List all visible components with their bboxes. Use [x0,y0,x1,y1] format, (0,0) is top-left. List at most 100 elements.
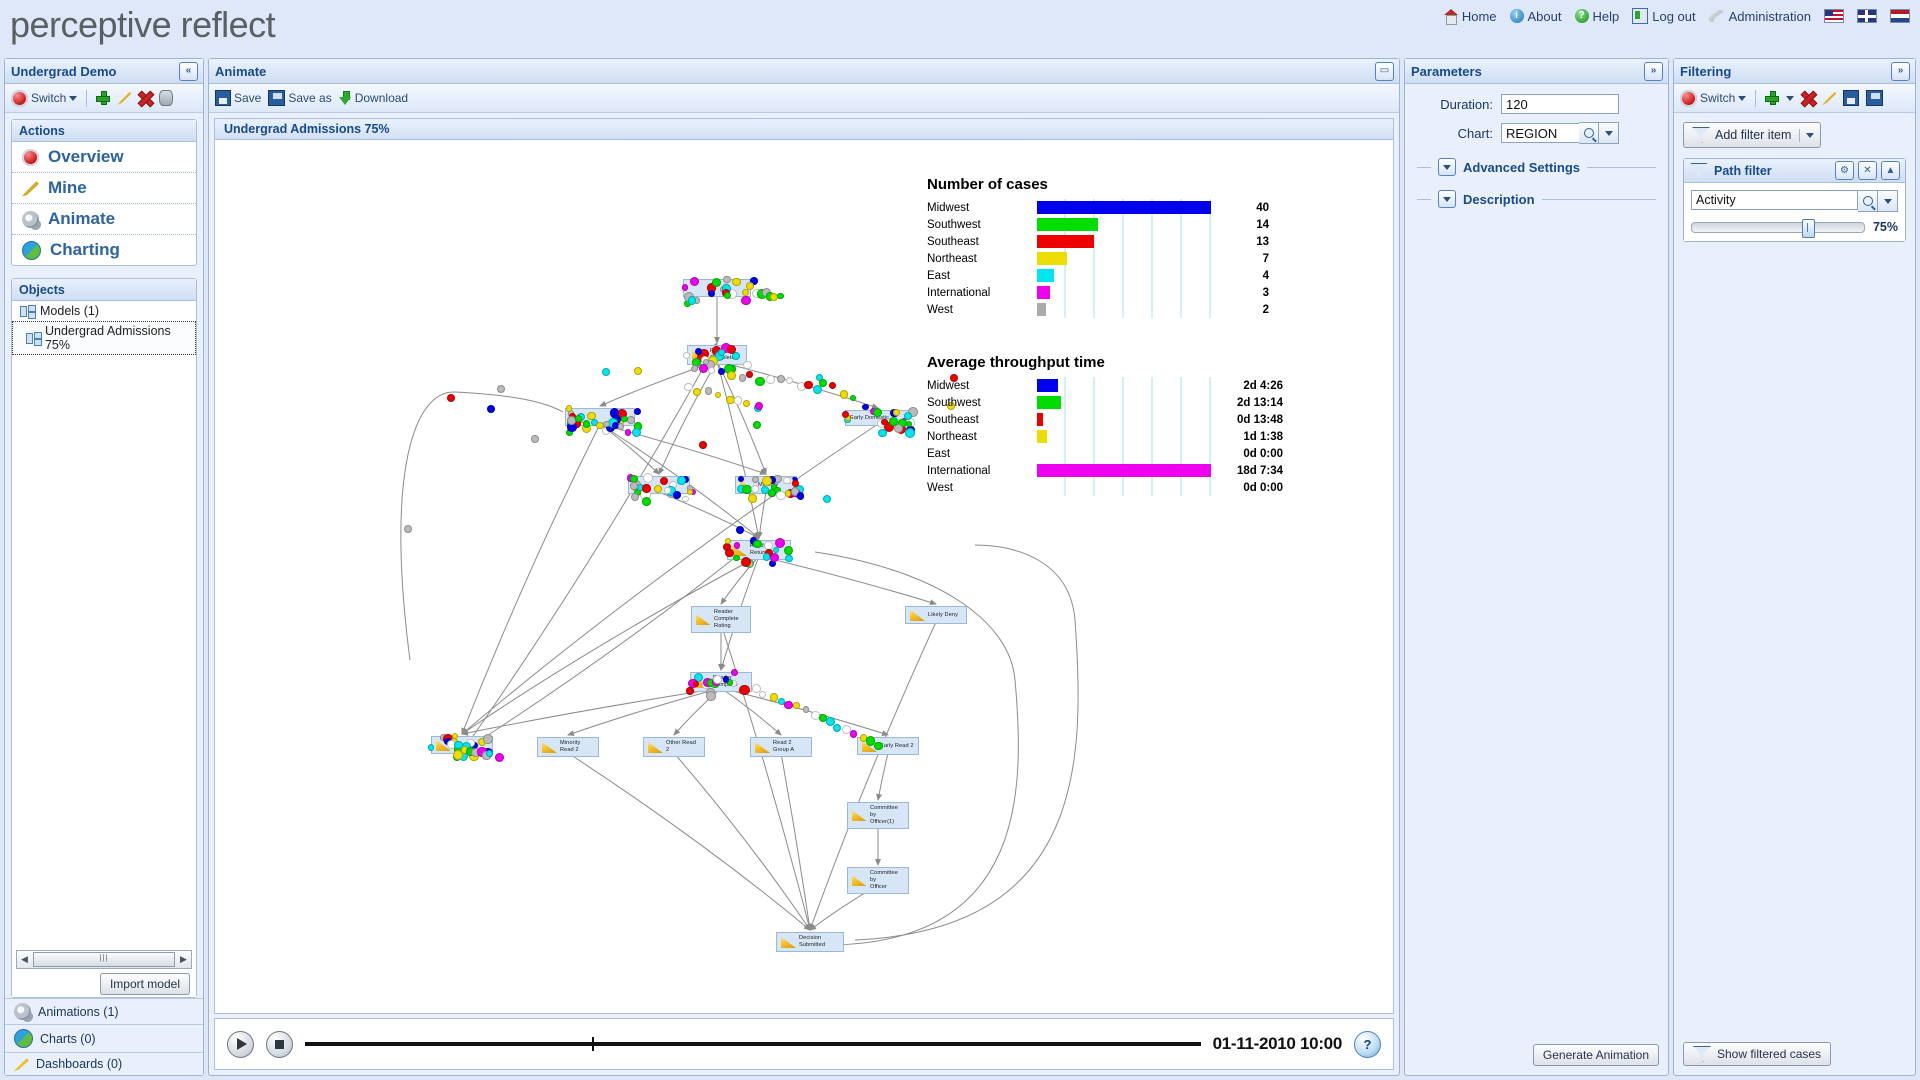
sidebar-item-charts[interactable]: Charts (0) [5,1024,203,1052]
add-filter-icon[interactable] [1765,91,1780,105]
chart-gridline [1064,394,1066,411]
sidebar-item-animations[interactable]: Animations (1) [5,998,203,1024]
edit-icon[interactable] [117,91,132,105]
diagram-node[interactable]: Other Read 2 [643,737,705,757]
scroll-right-icon[interactable]: ▶ [176,954,191,965]
chart-input[interactable] [1501,123,1579,143]
flag-nl-icon[interactable] [1890,9,1910,23]
save-as-button[interactable]: Save as [268,90,332,106]
scrollbar-thumb[interactable]: ||| [33,952,175,967]
chevron-down-icon [1443,196,1451,202]
sidebar-item-charting[interactable]: Charting [12,234,196,265]
help-button[interactable]: ? [1354,1030,1381,1058]
flag-uk-icon[interactable] [1857,9,1877,23]
sidebar-toolbar: Switch [5,84,203,113]
path-filter-slider[interactable] [1691,218,1865,238]
edit-filter-icon[interactable] [1822,91,1837,105]
case-token [642,484,651,493]
list-item[interactable]: Undergrad Admissions 75% [12,321,196,355]
diagram-node[interactable]: Minority Read 2 [537,737,599,757]
filtering-expand-button[interactable]: » [1891,62,1910,81]
download-button[interactable]: Download [338,91,408,105]
path-filter-search-button[interactable] [1858,190,1878,212]
help-icon: ? [1574,9,1589,23]
delete-icon[interactable] [138,91,152,105]
sidebar-collapse-button[interactable]: « [179,62,198,81]
description-section[interactable]: Description [1417,190,1656,208]
duration-input[interactable] [1501,94,1619,114]
filter-switch-button[interactable]: Switch [1680,89,1747,107]
chart-search-button[interactable] [1579,122,1599,144]
path-filter-close-button[interactable]: ✕ [1858,161,1877,180]
description-toggle[interactable] [1438,190,1456,208]
advanced-settings-toggle[interactable] [1438,158,1456,176]
model-icon [26,332,42,344]
case-token [783,545,793,555]
chart-dropdown-button[interactable] [1599,122,1619,144]
path-filter-settings-button[interactable]: ⚙ [1835,161,1854,180]
sidebar-item-animate[interactable]: Animate [12,203,196,234]
diagram-node[interactable]: Committee by Officer(1) [847,802,909,829]
sidebar-item-overview[interactable]: Overview [12,142,196,172]
add-icon[interactable] [96,91,111,105]
add-filter-item-button[interactable]: Add filter item [1683,122,1822,148]
chevron-down-icon[interactable] [1786,95,1795,101]
diagram-node[interactable]: Decision Submitted [776,932,844,952]
animation-canvas[interactable]: File CompleteEarly DomesticMinorityReade… [214,139,1394,1014]
home-icon [1443,9,1458,25]
case-token [796,492,805,500]
chart-gridline [1180,284,1182,301]
case-token [792,479,800,487]
nav-about[interactable]: i About [1509,8,1562,24]
scroll-left-icon[interactable]: ◀ [17,954,32,965]
diagram-node[interactable]: Read 2 Group A [750,737,812,757]
database-icon[interactable] [159,90,174,106]
animate-restore-button[interactable]: ▭ [1375,62,1394,81]
save-filter-icon[interactable] [1843,90,1860,106]
chart-gridline [1093,377,1095,394]
nav-home[interactable]: Home [1443,9,1497,25]
sidebar-item-dashboards[interactable]: Dashboards (0) [5,1052,203,1075]
delete-filter-icon[interactable] [1801,91,1815,105]
sidebar-item-mine[interactable]: Mine [12,172,196,203]
nav-help[interactable]: ? Help [1574,9,1619,24]
chart-gridline [1209,301,1211,318]
path-filter-dropdown-button[interactable] [1878,190,1898,212]
flag-us-icon[interactable] [1824,9,1844,23]
chart-category-label: West [927,303,953,316]
stop-button[interactable] [266,1030,293,1058]
list-item[interactable]: Models (1) [12,301,196,321]
timeline-slider[interactable] [305,1037,1201,1051]
generate-animation-button[interactable]: Generate Animation [1532,1044,1659,1066]
advanced-settings-section[interactable]: Advanced Settings [1417,158,1656,176]
chart-bar-zone [1037,216,1217,233]
parameters-expand-button[interactable]: » [1644,62,1663,81]
chart-category-label: Northeast [927,252,977,265]
diagram-node[interactable]: Reader Complete Rating [691,606,751,633]
save-filter-as-icon[interactable] [1866,90,1884,106]
play-button[interactable] [227,1030,254,1058]
timeline-handle[interactable] [591,1037,594,1051]
add-filter-item-dropdown[interactable] [1799,128,1820,142]
diagram-edge [780,752,813,931]
path-filter-input[interactable] [1691,190,1858,210]
chart-category-label: International [927,464,991,477]
objects-horizontal-scrollbar[interactable]: ◀ ||| ▶ [16,950,192,969]
path-filter-slider-thumb[interactable] [1801,218,1815,238]
nav-about-label: About [1527,8,1562,24]
nav-administration-label: Administration [1728,8,1811,24]
case-token [793,702,800,709]
diagram-node[interactable]: Committee by Officer [847,867,909,894]
save-button[interactable]: Save [215,90,261,106]
diagram-node[interactable]: Likely Deny [905,606,967,624]
chart-icon [14,1029,33,1048]
nav-administration[interactable]: Administration [1708,8,1811,24]
chart-gridline [1122,479,1124,496]
show-filtered-cases-button[interactable]: Show filtered cases [1683,1042,1832,1066]
switch-model-button[interactable]: Switch [11,89,78,107]
sidebar-item-charts-label: Charts (0) [40,1031,96,1046]
nav-logout[interactable]: Log out [1632,8,1696,24]
import-model-button[interactable]: Import model [99,973,190,995]
path-filter-collapse-button[interactable]: ▲ [1881,161,1900,180]
chart-row: Southwest 2d 13:14 [927,394,1283,411]
